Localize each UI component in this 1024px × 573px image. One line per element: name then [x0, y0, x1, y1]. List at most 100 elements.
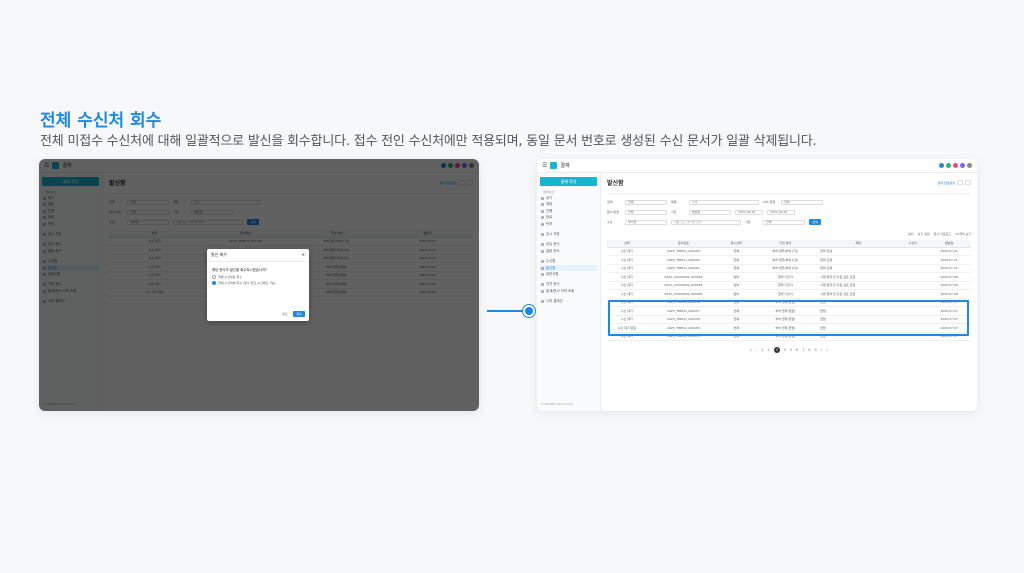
radio-all[interactable] — [212, 281, 216, 285]
date-from[interactable]: 2024.06.29 — [735, 209, 763, 215]
radio-individual[interactable] — [212, 275, 216, 279]
filter-label: 문서 번호 — [607, 210, 619, 214]
cell: 2025_TMM11_000162 — [647, 255, 720, 265]
main-content: 발신함 결재 환경설정 검색 전체 제목 제목 서식 유형 전체 문서 번호 전… — [601, 173, 977, 411]
page-size-select[interactable]: 20개씩 보기 — [955, 232, 971, 236]
more-icon[interactable] — [965, 180, 971, 185]
page-6[interactable]: 6 — [796, 348, 798, 352]
cell: 협력 기안자 — [752, 281, 819, 290]
search-select[interactable]: 전체 — [625, 199, 667, 205]
avatar[interactable] — [967, 163, 972, 168]
cell — [898, 272, 928, 282]
table-row[interactable]: 수신 대기 2025_TMM11_000161 전체 부처 업무(부처 [다]) 협력 … — [607, 264, 971, 273]
mail-icon[interactable] — [946, 163, 951, 168]
table-row[interactable]: 수신 대기 2025_OUS00002_000018 일부 협력 기안자 시행 협력 전… — [607, 281, 971, 290]
cell: 일부 — [719, 272, 753, 282]
page-7[interactable]: 7 — [802, 348, 804, 352]
confirm-button[interactable]: 회수 — [293, 311, 305, 317]
page-next[interactable]: › — [821, 348, 822, 352]
sidebar-item[interactable]: 공문서함 — [540, 271, 597, 277]
receiver-select[interactable]: 부서명 — [625, 219, 667, 225]
cell: 수신 대기 — [607, 281, 648, 290]
table-row[interactable]: 수신 대기 2025_TMM11_000162 전체 부처 업무(부처 [나]) 협력 … — [607, 255, 971, 265]
table-row[interactable]: 수신 대기 2025_OUS00002_000018 일부 협력 기안자 시행 협력 전… — [607, 272, 971, 282]
cell: 부처 업무(부처 [가]) — [752, 247, 819, 256]
sidebar-group-title: 결재상신 — [543, 190, 555, 194]
doc-number-select[interactable]: 전체 — [625, 209, 667, 215]
page-first[interactable]: « — [750, 348, 752, 352]
table-row[interactable]: 수신 대기 2025_TMM11_000163 전체 부처 업무(부처 [가]) 협력 … — [607, 247, 971, 256]
page-5[interactable]: 5 — [790, 348, 792, 352]
print-icon[interactable] — [957, 180, 963, 185]
filter-label: 수신 — [607, 220, 613, 224]
filter-label: 기간 — [671, 210, 677, 214]
col-header: 수신자 — [898, 240, 928, 248]
table-toolbar: 필터 보기 설정 문서 다운로드 20개씩 보기 — [607, 231, 971, 237]
form-type-select[interactable]: 전체 — [781, 199, 823, 205]
cell: 부처 업무(부처 [다]) — [752, 264, 819, 273]
connector-dot — [523, 305, 535, 317]
sidebar: 결재 작성 결재상신 대기 예정 진행 완료 반려 임시 저장 공유 문서 열람… — [537, 173, 601, 411]
sidebar-item[interactable]: 반려 — [540, 221, 597, 227]
sidebar-item[interactable]: 통계/문서 이력 조회 — [540, 288, 597, 294]
page-4[interactable]: 4 — [784, 348, 786, 352]
download-button[interactable]: 문서 다운로드 — [934, 232, 952, 236]
cancel-button[interactable]: 취소 — [279, 311, 291, 317]
cell: 2025_OUS00002_000018 — [647, 281, 720, 290]
view-settings[interactable]: 보기 설정 — [918, 232, 930, 236]
drafter-select[interactable]: 전체 — [763, 219, 805, 225]
home-icon[interactable] — [939, 163, 944, 168]
cell: 시행 협력 전 자료 검토 요청 — [818, 289, 899, 299]
page-prev[interactable]: ‹ — [756, 348, 757, 352]
filter-label: 제목 — [671, 200, 677, 204]
cell: 협력 교류 — [818, 264, 899, 273]
cell: 수신 대기 — [607, 272, 648, 282]
page-1[interactable]: 1 — [761, 348, 763, 352]
search-button[interactable]: 검색 — [809, 219, 821, 225]
table-row[interactable]: 수신 대기 2025_OUS00002_000018 일부 협력 기안자 시행 협력 전… — [607, 289, 971, 299]
calendar-icon[interactable] — [953, 163, 958, 168]
cell: 수신 대기 — [607, 255, 648, 265]
screenshot-after: ☰ 결재 결재 작성 결재상신 대기 예정 진행 완료 반려 임시 저장 공유 … — [537, 159, 977, 411]
title-input[interactable]: 제목 — [689, 199, 759, 205]
page-8[interactable]: 8 — [808, 348, 810, 352]
col-header: 문서번호 — [647, 240, 720, 248]
page-9[interactable]: 9 — [815, 348, 817, 352]
top-bar: ☰ 결재 — [537, 159, 977, 173]
date-to[interactable]: 2024.09.29 — [767, 209, 795, 215]
cell: 전체 — [719, 264, 753, 273]
cell: 2025_OUS00002_000018 — [647, 289, 720, 299]
sidebar-item[interactable]: 임시 저장 — [540, 231, 597, 237]
page-last[interactable]: » — [826, 348, 828, 352]
filter-label: 기안 — [745, 220, 751, 224]
cell: 2025.07.08 — [927, 272, 971, 282]
recalled-rows-highlight — [608, 300, 969, 336]
sidebar-item[interactable]: 나의 결재선 — [540, 298, 597, 304]
filter-panel: 검색 전체 제목 제목 서식 유형 전체 문서 번호 전체 기간 발송일 202… — [607, 193, 971, 227]
cell: 수신 대기 — [607, 289, 648, 299]
filter-toggle[interactable]: 필터 — [908, 232, 914, 236]
cell: 협력 안내 — [818, 247, 899, 256]
cell: 2025.07.21 — [927, 255, 971, 265]
cell: 수신 대기 — [607, 264, 648, 273]
cell: 수신 대기 — [607, 247, 648, 256]
option-label: 개별 수신처만 회수 — [218, 275, 242, 279]
cell — [898, 289, 928, 299]
pagination: « ‹ 1 2 3 4 5 6 7 8 9 › » — [607, 347, 971, 353]
settings-link[interactable]: 결재 환경설정 — [937, 181, 955, 185]
cell: 부처 업무(부처 [나]) — [752, 255, 819, 265]
new-approval-button[interactable]: 결재 작성 — [540, 177, 597, 186]
page-2[interactable]: 2 — [767, 348, 769, 352]
cell: 2025.07.08 — [927, 281, 971, 290]
close-icon[interactable]: ✕ — [302, 252, 305, 258]
cell: 일부 — [719, 289, 753, 299]
section-description: 전체 미접수 수신처에 대해 일괄적으로 발신을 회수합니다. 접수 전인 수신… — [40, 134, 817, 149]
receiver-input[interactable]: 이름 또는 부서명 입력 — [671, 219, 741, 225]
sidebar-item[interactable]: 열람 문서 — [540, 248, 597, 254]
col-header: 기안 부서 — [752, 240, 819, 248]
cell — [898, 281, 928, 290]
menu-icon[interactable]: ☰ — [542, 162, 547, 169]
period-select[interactable]: 발송일 — [689, 209, 731, 215]
page-current[interactable]: 3 — [773, 347, 780, 353]
drive-icon[interactable] — [960, 163, 965, 168]
